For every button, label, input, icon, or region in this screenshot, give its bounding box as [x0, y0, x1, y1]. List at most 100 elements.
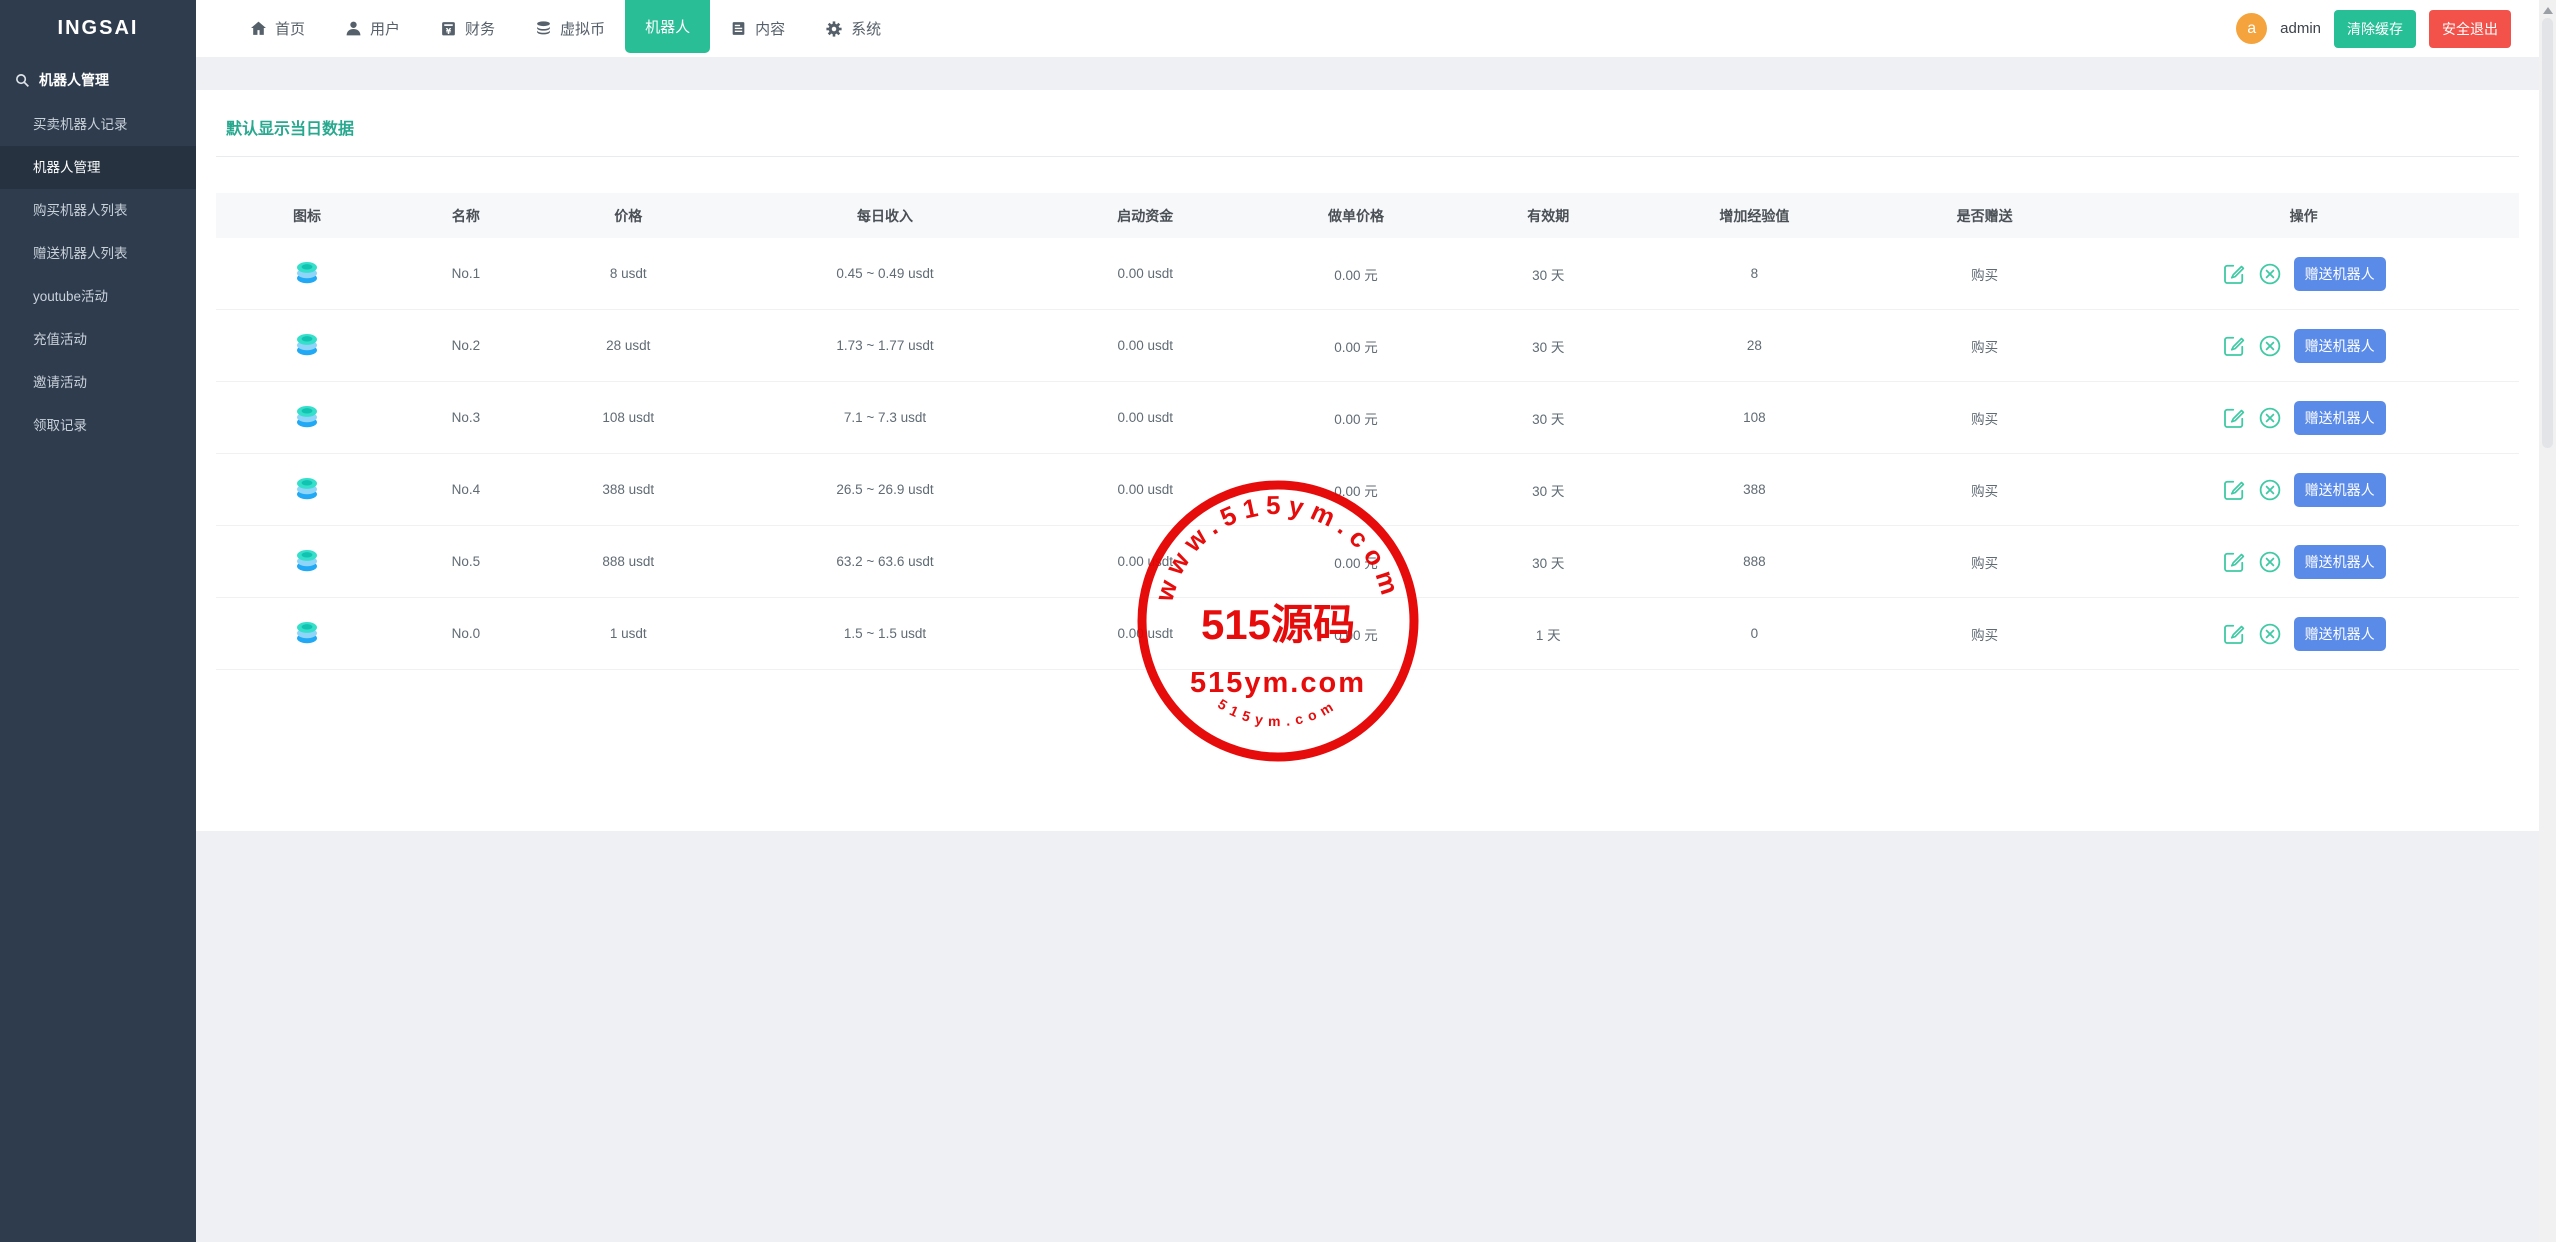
cell-actions: 赠送机器人: [2088, 617, 2519, 651]
cell-validity: 30 天: [1469, 480, 1628, 500]
gift-robot-button[interactable]: 赠送机器人: [2294, 473, 2386, 507]
cell-actions: 赠送机器人: [2088, 545, 2519, 579]
sidebar-item-6[interactable]: 邀请活动: [0, 361, 196, 404]
cell-order-price: 0.00 元: [1243, 480, 1469, 500]
search-icon: [15, 73, 30, 88]
logout-button[interactable]: 安全退出: [2429, 10, 2511, 48]
robot-icon: [292, 329, 322, 359]
sidebar-item-label: 邀请活动: [33, 375, 87, 390]
nav-item-label: 财务: [465, 18, 495, 39]
cell-validity: 30 天: [1469, 408, 1628, 428]
avatar[interactable]: a: [2236, 13, 2267, 44]
sidebar-item-3[interactable]: 赠送机器人列表: [0, 232, 196, 275]
cell-startup-capital: 0.00 usdt: [1047, 626, 1243, 641]
edit-icon[interactable]: [2222, 334, 2246, 358]
sidebar-item-7[interactable]: 领取记录: [0, 404, 196, 447]
content-card: 默认显示当日数据 图标 名称 价格 每日收入 启动资金 做单价格 有效期 增加经…: [196, 90, 2539, 831]
nav-item-1[interactable]: 用户: [325, 0, 420, 57]
table-row: No.3 108 usdt 7.1 ~ 7.3 usdt 0.00 usdt 0…: [216, 382, 2519, 454]
nav-item-4[interactable]: 机器人: [625, 0, 710, 53]
table-row: No.4 388 usdt 26.5 ~ 26.9 usdt 0.00 usdt…: [216, 454, 2519, 526]
table-header-cell: 增加经验值: [1628, 206, 1881, 226]
cell-price: 388 usdt: [534, 482, 723, 497]
gift-robot-button[interactable]: 赠送机器人: [2294, 329, 2386, 363]
cell-icon: [216, 257, 398, 290]
cell-validity: 1 天: [1469, 624, 1628, 644]
finance-icon: ¥: [440, 20, 457, 37]
cell-exp-gain: 0: [1628, 626, 1881, 641]
scrollbar-thumb[interactable]: [2542, 18, 2553, 448]
scroll-up-arrow[interactable]: [2543, 7, 2553, 14]
cell-name: No.3: [398, 410, 534, 425]
table-header-cell: 操作: [2088, 206, 2519, 226]
nav-item-5[interactable]: 内容: [710, 0, 805, 57]
cell-exp-gain: 388: [1628, 482, 1881, 497]
cell-daily-income: 26.5 ~ 26.9 usdt: [723, 482, 1048, 497]
nav-item-6[interactable]: 系统: [805, 0, 901, 57]
sidebar-menu: 买卖机器人记录 机器人管理 购买机器人列表 赠送机器人列表 youtube活动 …: [0, 103, 196, 447]
edit-icon[interactable]: [2222, 622, 2246, 646]
sidebar-section-header: 机器人管理: [0, 57, 196, 103]
cell-daily-income: 1.73 ~ 1.77 usdt: [723, 338, 1048, 353]
sidebar-item-1[interactable]: 机器人管理: [0, 146, 196, 189]
gift-robot-button[interactable]: 赠送机器人: [2294, 617, 2386, 651]
table-header-row: 图标 名称 价格 每日收入 启动资金 做单价格 有效期 增加经验值 是否赠送 操…: [216, 193, 2519, 238]
nav-item-label: 系统: [851, 18, 881, 39]
content-icon: [730, 20, 747, 37]
edit-icon[interactable]: [2222, 262, 2246, 286]
edit-icon[interactable]: [2222, 550, 2246, 574]
delete-icon[interactable]: [2258, 550, 2282, 574]
edit-icon[interactable]: [2222, 406, 2246, 430]
clear-cache-button[interactable]: 清除缓存: [2334, 10, 2416, 48]
sidebar: INGSAI 机器人管理 买卖机器人记录 机器人管理 购买机器人列表 赠送机器人…: [0, 0, 196, 1242]
scrollbar[interactable]: [2539, 0, 2556, 1242]
cell-order-price: 0.00 元: [1243, 336, 1469, 356]
cell-validity: 30 天: [1469, 336, 1628, 356]
sidebar-item-4[interactable]: youtube活动: [0, 275, 196, 318]
username: admin: [2280, 20, 2321, 37]
sidebar-item-0[interactable]: 买卖机器人记录: [0, 103, 196, 146]
content-area: 默认显示当日数据 图标 名称 价格 每日收入 启动资金 做单价格 有效期 增加经…: [196, 57, 2539, 1242]
table-row: No.0 1 usdt 1.5 ~ 1.5 usdt 0.00 usdt 0.0…: [216, 598, 2519, 670]
cell-daily-income: 0.45 ~ 0.49 usdt: [723, 266, 1048, 281]
home-icon: [250, 20, 267, 37]
robot-icon: [292, 473, 322, 503]
svg-text:¥: ¥: [446, 27, 452, 36]
table-header-cell: 是否赠送: [1881, 206, 2088, 226]
coins-icon: [535, 20, 552, 37]
edit-icon[interactable]: [2222, 478, 2246, 502]
cell-daily-income: 1.5 ~ 1.5 usdt: [723, 626, 1048, 641]
user-icon: [345, 20, 362, 37]
cell-icon: [216, 329, 398, 362]
delete-icon[interactable]: [2258, 622, 2282, 646]
cell-gift-status: 购买: [1881, 480, 2088, 500]
cell-gift-status: 购买: [1881, 552, 2088, 572]
table-header-cell: 价格: [534, 206, 723, 226]
cell-startup-capital: 0.00 usdt: [1047, 554, 1243, 569]
robot-icon: [292, 617, 322, 647]
sidebar-item-label: 充值活动: [33, 332, 87, 347]
top-nav-right: a admin 清除缓存 安全退出: [2236, 0, 2539, 57]
gift-robot-button[interactable]: 赠送机器人: [2294, 401, 2386, 435]
sidebar-item-label: 买卖机器人记录: [33, 117, 128, 132]
cell-actions: 赠送机器人: [2088, 401, 2519, 435]
nav-item-0[interactable]: 首页: [230, 0, 325, 57]
sidebar-item-2[interactable]: 购买机器人列表: [0, 189, 196, 232]
cell-price: 108 usdt: [534, 410, 723, 425]
cell-order-price: 0.00 元: [1243, 552, 1469, 572]
table-row: No.2 28 usdt 1.73 ~ 1.77 usdt 0.00 usdt …: [216, 310, 2519, 382]
cell-order-price: 0.00 元: [1243, 264, 1469, 284]
gift-robot-button[interactable]: 赠送机器人: [2294, 545, 2386, 579]
delete-icon[interactable]: [2258, 262, 2282, 286]
top-nav-items: 首页 用户 ¥ 财务 虚拟币 机器人 内容 系统: [230, 0, 901, 57]
delete-icon[interactable]: [2258, 478, 2282, 502]
table-header-cell: 图标: [216, 206, 398, 226]
gift-robot-button[interactable]: 赠送机器人: [2294, 257, 2386, 291]
cell-exp-gain: 108: [1628, 410, 1881, 425]
delete-icon[interactable]: [2258, 334, 2282, 358]
delete-icon[interactable]: [2258, 406, 2282, 430]
sidebar-item-5[interactable]: 充值活动: [0, 318, 196, 361]
nav-item-3[interactable]: 虚拟币: [515, 0, 625, 57]
cell-gift-status: 购买: [1881, 264, 2088, 284]
nav-item-2[interactable]: ¥ 财务: [420, 0, 515, 57]
